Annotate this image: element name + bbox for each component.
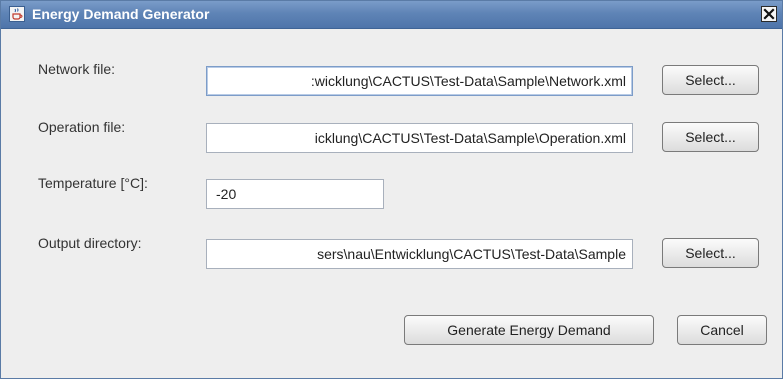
close-icon[interactable]	[761, 6, 777, 22]
generate-energy-demand-button[interactable]: Generate Energy Demand	[404, 315, 654, 345]
window-title: Energy Demand Generator	[32, 6, 210, 22]
network-select-button[interactable]: Select...	[662, 65, 759, 95]
operation-file-input[interactable]: icklung\CACTUS\Test-Data\Sample\Operatio…	[206, 123, 633, 153]
network-file-label: Network file:	[38, 61, 116, 77]
output-directory-input[interactable]: sers\nau\Entwicklung\CACTUS\Test-Data\Sa…	[206, 239, 633, 269]
temperature-value: -20	[216, 186, 237, 202]
operation-select-button[interactable]: Select...	[662, 122, 759, 152]
cancel-button[interactable]: Cancel	[677, 315, 767, 345]
operation-file-value: icklung\CACTUS\Test-Data\Sample\Operatio…	[314, 130, 626, 146]
network-file-input[interactable]: :wicklung\CACTUS\Test-Data\Sample\Networ…	[206, 66, 633, 96]
dialog-window: Energy Demand Generator Network file: :w…	[0, 0, 783, 379]
operation-file-label: Operation file:	[38, 119, 126, 135]
output-select-button[interactable]: Select...	[662, 238, 759, 268]
temperature-input[interactable]: -20	[206, 179, 384, 209]
network-file-value: :wicklung\CACTUS\Test-Data\Sample\Networ…	[310, 73, 626, 89]
dialog-content: Network file: :wicklung\CACTUS\Test-Data…	[1, 29, 782, 376]
temperature-label: Temperature [°C]:	[38, 175, 148, 191]
java-cup-icon	[9, 6, 25, 22]
output-directory-value: sers\nau\Entwicklung\CACTUS\Test-Data\Sa…	[317, 246, 626, 262]
title-bar[interactable]: Energy Demand Generator	[1, 1, 782, 29]
output-directory-label: Output directory:	[38, 235, 142, 251]
